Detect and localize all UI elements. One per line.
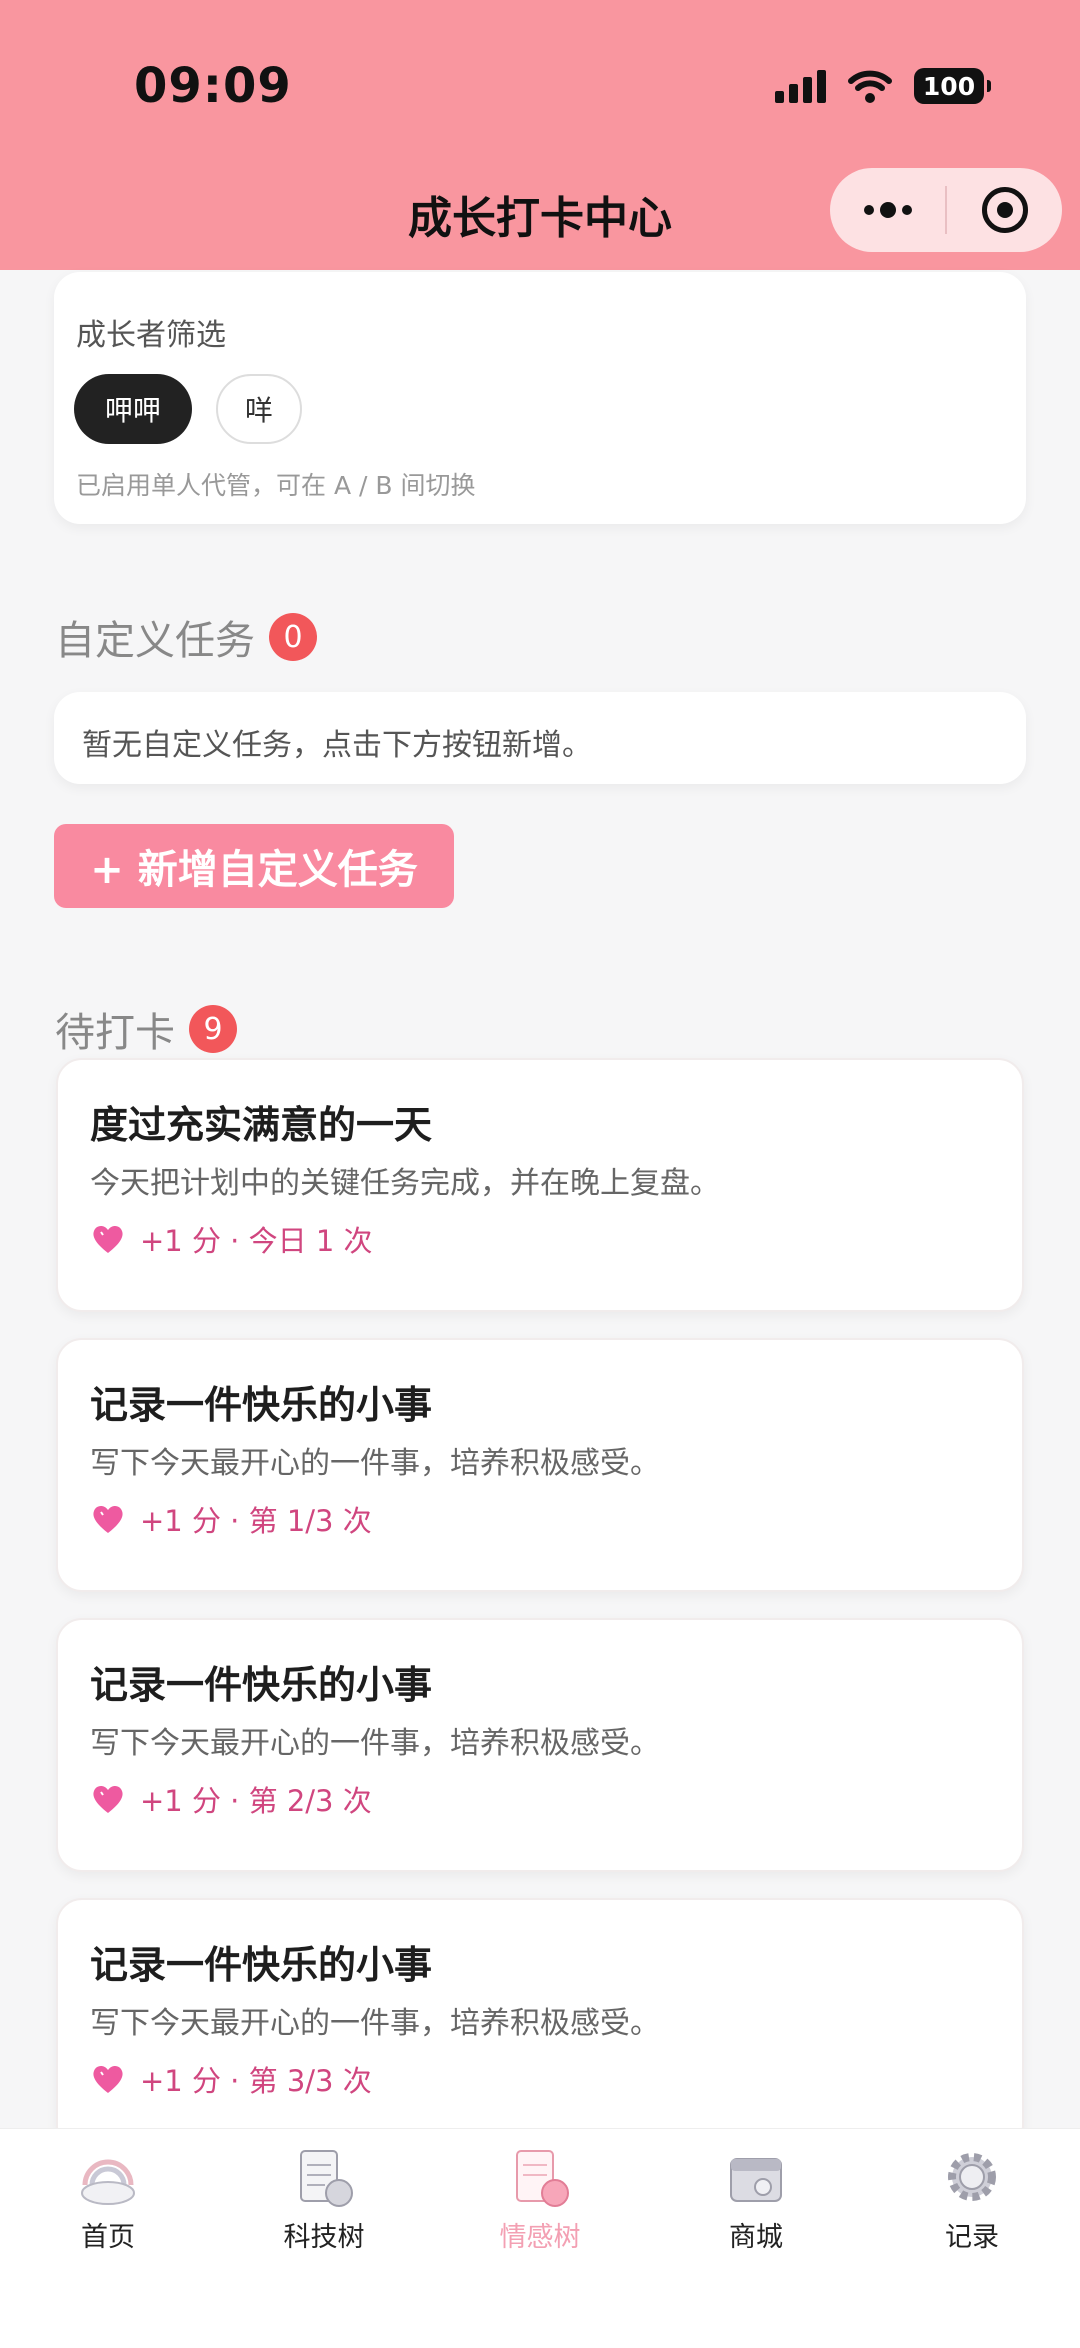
wifi-icon — [848, 70, 892, 103]
filter-title: 成长者筛选 — [76, 318, 226, 353]
task-meta: +1 分 · 第 1/3 次 — [90, 1498, 372, 1540]
task-title: 记录一件快乐的小事 — [90, 1383, 433, 1427]
tab-records[interactable]: 记录 — [864, 2145, 1080, 2254]
sparkling-heart-icon — [93, 1785, 123, 1813]
task-card[interactable]: 记录一件快乐的小事 写下今天最开心的一件事，培养积极感受。 +1 分 · 第 2… — [56, 1618, 1024, 1872]
status-icons: 100 — [775, 66, 991, 106]
tab-label: 记录 — [945, 2222, 999, 2253]
status-time: 09:09 — [134, 58, 292, 114]
task-card[interactable]: 记录一件快乐的小事 写下今天最开心的一件事，培养积极感受。 +1 分 · 第 1… — [56, 1338, 1024, 1592]
filter-hint: 已启用单人代管，可在 A / B 间切换 — [76, 471, 476, 500]
task-meta: +1 分 · 今日 1 次 — [90, 1218, 373, 1260]
header-bar: 09:09 100 成长打卡中心 — [0, 0, 1080, 270]
mini-program-capsule — [830, 168, 1062, 252]
section-title: 自定义任务 — [55, 618, 255, 664]
bottom-tab-bar: 首页 科技树 情感树 商城 记录 — [0, 2128, 1080, 2348]
task-card[interactable]: 度过充实满意的一天 今天把计划中的关键任务完成，并在晚上复盘。 +1 分 · 今… — [56, 1058, 1024, 1312]
count-badge: 9 — [189, 1005, 237, 1053]
more-dots-icon — [863, 202, 912, 218]
tab-label: 情感树 — [499, 2222, 581, 2253]
pending-header: 待打卡 9 — [55, 1000, 237, 1058]
heart-notepad-icon — [516, 2150, 569, 2207]
target-icon — [981, 187, 1028, 233]
sparkling-heart-icon — [93, 2065, 123, 2093]
task-points: +1 分 · 第 3/3 次 — [140, 2064, 372, 2098]
shop-icon — [730, 2158, 782, 2202]
task-description: 写下今天最开心的一件事，培养积极感受。 — [90, 2006, 660, 2041]
more-button[interactable] — [830, 168, 945, 252]
task-meta: +1 分 · 第 3/3 次 — [90, 2058, 372, 2100]
section-title: 待打卡 — [55, 1010, 175, 1056]
rainbow-cloud-icon — [81, 2159, 135, 2205]
empty-custom-tasks-card: 暂无自定义任务，点击下方按钮新增。 — [54, 692, 1026, 784]
task-points: +1 分 · 第 2/3 次 — [140, 1784, 372, 1818]
tab-tech-tree[interactable]: 科技树 — [216, 2145, 432, 2254]
custom-tasks-header: 自定义任务 0 — [55, 608, 317, 666]
signal-icon — [775, 69, 826, 103]
tab-emotion-tree[interactable]: 情感树 — [432, 2145, 648, 2254]
count-badge: 0 — [269, 613, 317, 661]
tab-shop[interactable]: 商城 — [648, 2145, 864, 2254]
task-description: 写下今天最开心的一件事，培养积极感受。 — [90, 1446, 660, 1481]
task-title: 记录一件快乐的小事 — [90, 1943, 433, 1987]
filter-chip-selected[interactable]: 呷呷 — [74, 374, 192, 444]
add-custom-task-button[interactable]: + 新增自定义任务 — [54, 824, 454, 908]
tab-label: 科技树 — [283, 2222, 365, 2253]
task-title: 记录一件快乐的小事 — [90, 1663, 433, 1707]
task-points: +1 分 · 今日 1 次 — [140, 1224, 373, 1258]
task-description: 今天把计划中的关键任务完成，并在晚上复盘。 — [90, 1166, 720, 1201]
task-title: 度过充实满意的一天 — [90, 1103, 433, 1147]
battery-icon: 100 — [914, 68, 991, 104]
sparkling-heart-icon — [93, 1505, 123, 1533]
task-meta: +1 分 · 第 2/3 次 — [90, 1778, 372, 1820]
grower-filter-card: 成长者筛选 呷呷 咩 已启用单人代管，可在 A / B 间切换 — [54, 272, 1026, 524]
close-miniprogram-button[interactable] — [947, 168, 1062, 252]
task-description: 写下今天最开心的一件事，培养积极感受。 — [90, 1726, 660, 1761]
task-points: +1 分 · 第 1/3 次 — [140, 1504, 372, 1538]
tab-home[interactable]: 首页 — [0, 2145, 216, 2254]
notepad-icon — [300, 2150, 353, 2207]
task-card[interactable]: 记录一件快乐的小事 写下今天最开心的一件事，培养积极感受。 +1 分 · 第 3… — [56, 1898, 1024, 2152]
tab-label: 首页 — [81, 2222, 135, 2253]
filter-chip[interactable]: 咩 — [216, 374, 302, 444]
empty-text: 暂无自定义任务，点击下方按钮新增。 — [82, 728, 592, 763]
gear-icon — [948, 2153, 996, 2201]
sparkling-heart-icon — [93, 1225, 123, 1253]
tab-label: 商城 — [729, 2222, 783, 2253]
